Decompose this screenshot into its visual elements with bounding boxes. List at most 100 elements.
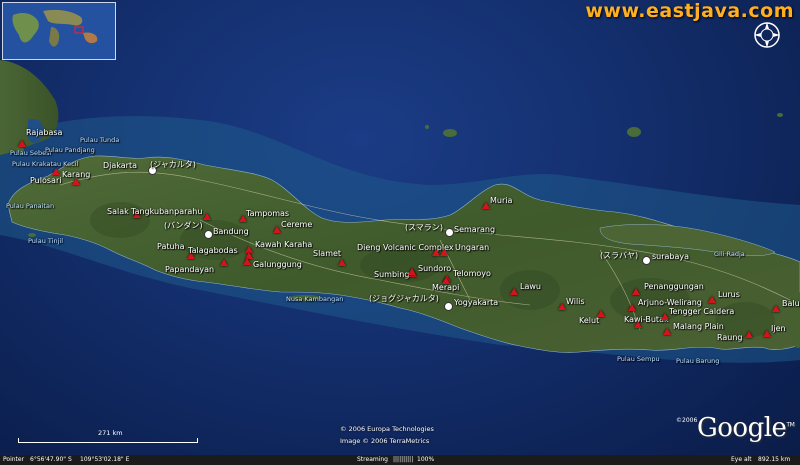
place-label-gili-radja[interactable]: Gili Radja: [714, 250, 745, 259]
small-island: [777, 113, 783, 117]
scale-label: 271 km: [98, 429, 123, 437]
imagery-credits: © 2006 Europa Technologies Image © 2006 …: [340, 423, 434, 447]
google-copyright-year: ©2006: [676, 417, 698, 424]
compass-icon[interactable]: [752, 20, 782, 50]
place-label-jakarta-jp[interactable]: (ジャカルタ): [150, 160, 196, 169]
streaming-percent: 100%: [417, 456, 435, 463]
place-label-pulosari[interactable]: Pulosari: [30, 176, 61, 185]
credit-line-1: © 2006 Europa Technologies: [340, 425, 434, 433]
volcano-marker-icon[interactable]: [408, 268, 416, 275]
satellite-map: [0, 60, 800, 363]
place-label-slamet[interactable]: Slamet: [313, 249, 341, 258]
pointer-latitude: 6°56'47.90" S: [30, 456, 72, 463]
google-logo: GoogleTM: [697, 413, 795, 443]
place-label-pulau-krakatau-kecil[interactable]: Pulau Krakatau Kecil: [12, 160, 78, 169]
volcano-marker-icon[interactable]: [243, 258, 251, 265]
city-marker-icon[interactable]: [445, 228, 454, 237]
city-marker-icon[interactable]: [204, 230, 213, 239]
place-label-galunggung[interactable]: Galunggung: [253, 260, 302, 269]
place-label-cereme[interactable]: Cereme: [281, 220, 312, 229]
scale-line: [18, 438, 198, 443]
status-bar: Pointer 6°56'47.90" S 109°53'02.18" E St…: [0, 455, 800, 465]
place-label-nusa-kambangan[interactable]: Nusa Kambangan: [286, 295, 343, 304]
place-label-sumbing[interactable]: Sumbing: [374, 270, 409, 279]
karimunjawa-islands: [443, 129, 457, 137]
place-label-talagabodas[interactable]: Talagabodas: [188, 246, 238, 255]
place-label-pulau-tinjil[interactable]: Pulau Tinjil: [28, 237, 63, 246]
place-label-surabaya[interactable]: surabaya: [652, 252, 689, 261]
place-label-merapi[interactable]: Merapi: [432, 283, 459, 292]
bawean-island: [627, 127, 641, 137]
place-label-pulau-pinaitan[interactable]: Pulau Panaitan: [6, 202, 54, 211]
volcano-marker-icon[interactable]: [663, 328, 671, 335]
volcano-marker-icon[interactable]: [52, 168, 60, 175]
place-label-semarang[interactable]: Semarang: [454, 225, 495, 234]
place-label-salak[interactable]: Salak: [107, 207, 129, 216]
place-label-tangkuban[interactable]: Tangkubanparahu: [131, 207, 202, 216]
place-label-pulau-barung[interactable]: Pulau Barung: [676, 357, 719, 366]
place-label-djakarta[interactable]: Djakarta: [103, 161, 137, 170]
volcano-marker-icon[interactable]: [708, 296, 716, 303]
place-label-pulau-sempu[interactable]: Pulau Sempu: [617, 355, 660, 364]
place-label-yogyakarta[interactable]: Yogyakarta: [454, 298, 498, 307]
place-label-lawu[interactable]: Lawu: [520, 282, 541, 291]
place-label-yogya-jp[interactable]: (ジョグジャカルタ): [369, 294, 439, 303]
place-label-patuha[interactable]: Patuha: [157, 242, 185, 251]
volcano-marker-icon[interactable]: [273, 226, 281, 233]
place-label-malang-plain[interactable]: Malang Plain: [673, 322, 724, 331]
place-label-surabaya-jp[interactable]: (スラバヤ): [600, 251, 638, 260]
volcano-marker-icon[interactable]: [72, 178, 80, 185]
place-label-penanggungan[interactable]: Penanggungan: [644, 282, 704, 291]
place-label-bandung-jp[interactable]: (バンダン): [164, 221, 203, 230]
place-label-baluran[interactable]: Balur: [782, 299, 800, 308]
map-viewport[interactable]: www.eastjava.com Rajabasa Pulau Tunda Pula…: [0, 0, 800, 465]
place-label-tengger[interactable]: Tengger Caldera: [669, 307, 734, 316]
city-marker-icon[interactable]: [444, 302, 453, 311]
place-label-semarang-jp[interactable]: (スマラン): [405, 223, 443, 232]
volcano-marker-icon[interactable]: [763, 330, 771, 337]
eye-alt-label: Eye alt: [731, 456, 752, 463]
place-label-tampomas[interactable]: Tampomas: [246, 209, 289, 218]
streaming-progress: ||||||||||: [393, 456, 414, 463]
pointer-longitude: 109°53'02.18" E: [80, 456, 130, 463]
city-marker-icon[interactable]: [642, 256, 651, 265]
volcano-marker-icon[interactable]: [745, 331, 753, 338]
place-label-muria[interactable]: Muria: [490, 196, 512, 205]
small-island: [425, 125, 429, 129]
place-label-kelut[interactable]: Kelut: [579, 316, 599, 325]
volcano-marker-icon[interactable]: [772, 305, 780, 312]
place-label-ijen[interactable]: Ijen: [771, 324, 786, 333]
place-label-papandayan[interactable]: Papandayan: [165, 265, 214, 274]
volcano-marker-icon[interactable]: [482, 202, 490, 209]
site-watermark: www.eastjava.com: [585, 0, 794, 22]
place-label-pulau-tunda[interactable]: Pulau Tunda: [80, 136, 119, 145]
volcano-marker-icon[interactable]: [440, 249, 448, 256]
place-label-sundoro[interactable]: Sundoro: [418, 264, 451, 273]
volcano-marker-icon[interactable]: [203, 213, 211, 220]
place-label-pulau-panjang[interactable]: Pulau Pandjang: [45, 146, 95, 155]
volcano-marker-icon[interactable]: [597, 310, 605, 317]
volcano-marker-icon[interactable]: [661, 313, 669, 320]
place-label-arjuno[interactable]: Arjuno-Welirang: [638, 298, 702, 307]
volcano-marker-icon[interactable]: [239, 215, 247, 222]
volcano-marker-icon[interactable]: [510, 288, 518, 295]
volcano-marker-icon[interactable]: [18, 140, 26, 147]
place-label-kawah-karaha[interactable]: Kawah Karaha: [255, 240, 312, 249]
volcano-marker-icon[interactable]: [432, 249, 440, 256]
place-label-ungaran[interactable]: Ungaran: [455, 243, 489, 252]
place-label-raung[interactable]: Raung: [717, 333, 743, 342]
place-label-wilis[interactable]: Wilis: [566, 297, 585, 306]
google-logo-text: Google: [697, 413, 787, 443]
place-label-rajabasa[interactable]: Rajabasa: [26, 128, 62, 137]
volcano-marker-icon[interactable]: [338, 259, 346, 266]
volcano-marker-icon[interactable]: [632, 288, 640, 295]
volcano-marker-icon[interactable]: [634, 321, 642, 328]
volcano-marker-icon[interactable]: [442, 277, 450, 284]
volcano-marker-icon[interactable]: [558, 303, 566, 310]
place-label-lurus[interactable]: Lurus: [718, 290, 740, 299]
place-label-telomoyo[interactable]: Telomoyo: [453, 269, 491, 278]
volcano-marker-icon[interactable]: [628, 304, 636, 311]
volcano-marker-icon[interactable]: [220, 259, 228, 266]
place-label-bandung[interactable]: Bandung: [213, 227, 249, 236]
overview-inset-map[interactable]: [2, 2, 116, 60]
